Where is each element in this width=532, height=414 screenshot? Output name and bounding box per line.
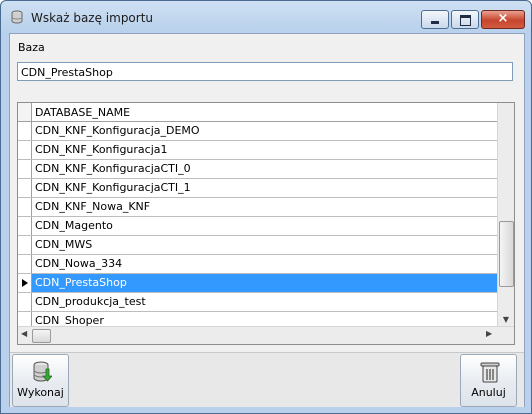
table-row[interactable]: CDN_produkcja_test: [18, 293, 498, 312]
maximize-icon: [460, 15, 471, 26]
row-indicator[interactable]: [18, 293, 32, 311]
cell-database-name[interactable]: CDN_KNF_Nowa_KNF: [32, 198, 498, 216]
row-indicator[interactable]: [18, 141, 32, 159]
row-indicator[interactable]: [18, 217, 32, 235]
execute-label: Wykonaj: [17, 386, 64, 399]
cell-database-name[interactable]: CDN_KNF_KonfiguracjaCTI_1: [32, 179, 498, 197]
database-import-icon: [33, 361, 52, 382]
table-row[interactable]: CDN_KNF_KonfiguracjaCTI_0: [18, 160, 498, 179]
row-indicator[interactable]: [18, 255, 32, 273]
row-indicator[interactable]: [18, 198, 32, 216]
database-app-icon: [11, 10, 23, 24]
minimize-icon: [431, 21, 439, 24]
table-row[interactable]: CDN_KNF_Nowa_KNF: [18, 198, 498, 217]
table-row[interactable]: CDN_KNF_Konfiguracja1: [18, 141, 498, 160]
minimize-button[interactable]: [421, 10, 449, 29]
database-label: Baza: [18, 41, 45, 54]
table-row[interactable]: CDN_MWS: [18, 236, 498, 255]
cancel-button[interactable]: Anuluj: [460, 354, 517, 407]
row-indicator[interactable]: [18, 236, 32, 254]
grid-rows: CDN_KNF_Konfiguracja_DEMO CDN_KNF_Konfigu…: [18, 122, 498, 331]
caption-buttons: ×: [419, 10, 525, 29]
column-header-database-name[interactable]: DATABASE_NAME: [35, 106, 130, 119]
table-row[interactable]: CDN_KNF_Konfiguracja_DEMO: [18, 122, 498, 141]
scroll-left-arrow-icon[interactable]: ◀: [21, 329, 27, 338]
horizontal-scrollbar[interactable]: ◀ ▶: [18, 326, 514, 344]
close-button[interactable]: ×: [481, 10, 525, 29]
scroll-down-arrow-icon[interactable]: ▼: [498, 315, 514, 324]
vertical-scrollbar[interactable]: ▼: [497, 103, 514, 326]
cell-database-name[interactable]: CDN_produkcja_test: [32, 293, 498, 311]
row-indicator[interactable]: [18, 122, 32, 140]
cell-database-name[interactable]: CDN_KNF_KonfiguracjaCTI_0: [32, 160, 498, 178]
cell-database-name[interactable]: CDN_PrestaShop: [32, 274, 498, 292]
row-indicator[interactable]: [18, 274, 32, 292]
horizontal-scroll-thumb[interactable]: [32, 329, 51, 343]
window-title: Wskaż bazę importu: [31, 11, 154, 25]
table-row[interactable]: CDN_Nowa_334: [18, 255, 498, 274]
cancel-label: Anuluj: [471, 386, 506, 399]
cell-database-name[interactable]: CDN_Magento: [32, 217, 498, 235]
trash-icon: [480, 362, 500, 383]
maximize-button[interactable]: [451, 10, 479, 29]
vertical-scroll-thumb[interactable]: [499, 221, 514, 287]
import-database-dialog: Wskaż bazę importu × Baza CDN_PrestaShop…: [0, 0, 532, 414]
execute-button[interactable]: Wykonaj: [12, 354, 69, 407]
table-row[interactable]: CDN_PrestaShop: [18, 274, 498, 293]
scroll-right-arrow-icon[interactable]: ▶: [486, 329, 492, 338]
table-row[interactable]: CDN_Magento: [18, 217, 498, 236]
database-grid[interactable]: DATABASE_NAME CDN_KNF_Konfiguracja_DEMO C…: [17, 102, 515, 345]
row-indicator[interactable]: [18, 179, 32, 197]
title-bar[interactable]: Wskaż bazę importu ×: [1, 1, 531, 33]
row-indicator[interactable]: [18, 160, 32, 178]
scrollbar-corner: [498, 327, 514, 344]
cell-database-name[interactable]: CDN_KNF_Konfiguracja_DEMO: [32, 122, 498, 140]
close-icon: ×: [497, 11, 509, 26]
grid-header: DATABASE_NAME: [18, 103, 498, 122]
database-input[interactable]: CDN_PrestaShop: [17, 62, 513, 81]
cell-database-name[interactable]: CDN_Nowa_334: [32, 255, 498, 273]
table-row[interactable]: CDN_KNF_KonfiguracjaCTI_1: [18, 179, 498, 198]
current-row-arrow-icon: [22, 279, 28, 287]
cell-database-name[interactable]: CDN_MWS: [32, 236, 498, 254]
dialog-body: Baza CDN_PrestaShop DATABASE_NAME CDN_KN…: [9, 33, 525, 407]
cell-database-name[interactable]: CDN_KNF_Konfiguracja1: [32, 141, 498, 159]
button-bar: Wykonaj Anuluj: [10, 352, 524, 407]
row-indicator-header: [18, 103, 32, 121]
